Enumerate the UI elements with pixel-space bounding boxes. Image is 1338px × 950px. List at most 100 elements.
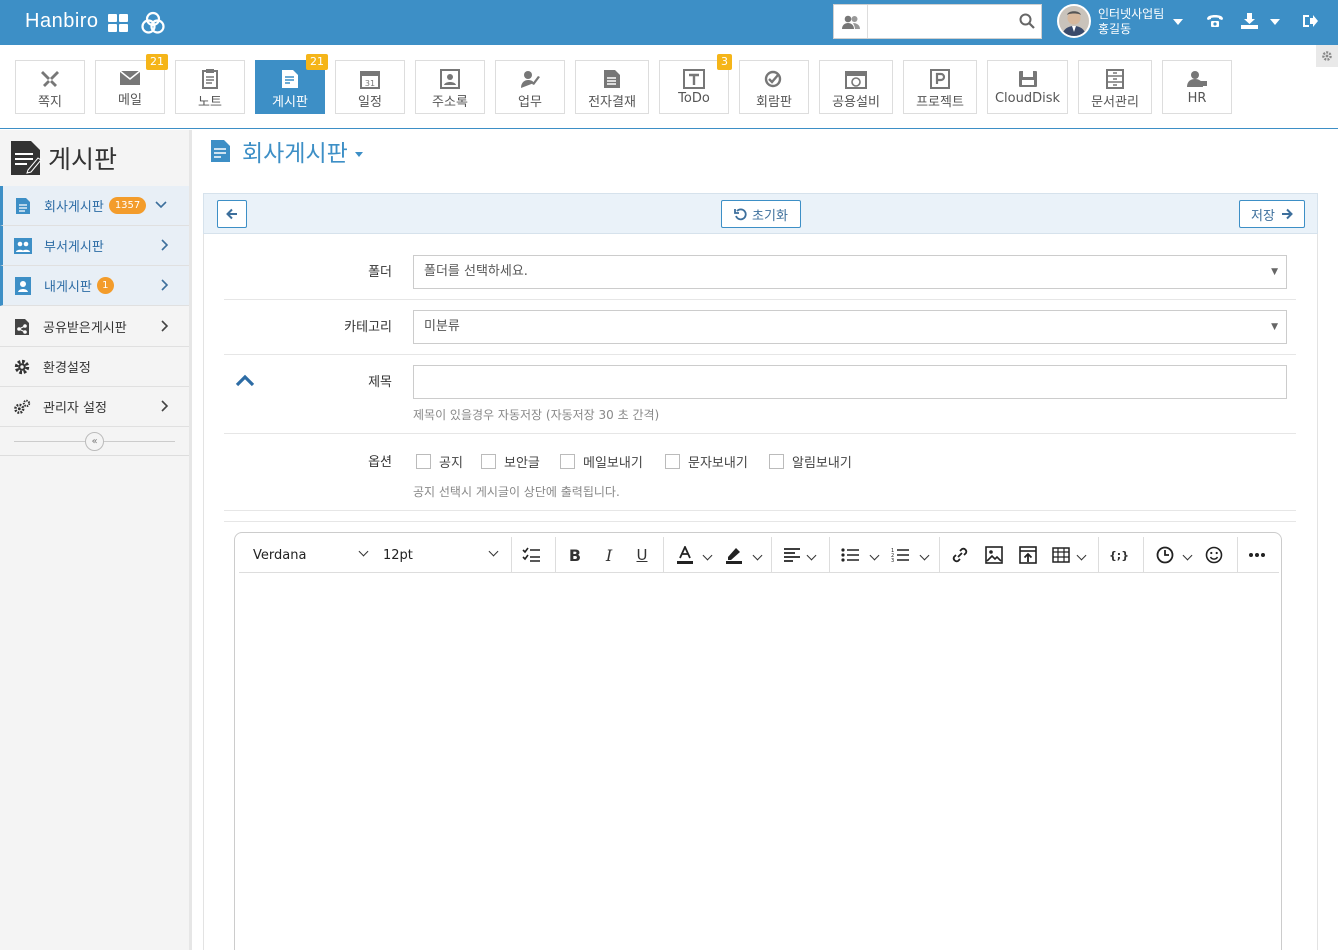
page-title[interactable]: 회사게시판 bbox=[210, 135, 363, 167]
option-send-alert-checkbox[interactable]: 알림보내기 bbox=[769, 452, 852, 471]
caret-down-icon[interactable] bbox=[1173, 19, 1183, 25]
sidebar-item-label: 환경설정 bbox=[43, 361, 91, 376]
checkbox[interactable] bbox=[481, 454, 496, 469]
more-icon[interactable] bbox=[1248, 546, 1266, 564]
option-notice-checkbox[interactable]: 공지 bbox=[416, 452, 463, 471]
app-badge: 21 bbox=[306, 54, 328, 70]
source-code-icon[interactable]: {;} bbox=[1109, 546, 1129, 564]
search-icon[interactable] bbox=[1019, 13, 1035, 33]
chevron-down-icon[interactable] bbox=[702, 550, 713, 561]
chevron-down-icon[interactable] bbox=[806, 550, 817, 561]
chevron-down-icon[interactable] bbox=[1182, 550, 1193, 561]
brand-name[interactable]: Hanbiro bbox=[25, 10, 99, 33]
emoji-icon[interactable] bbox=[1205, 546, 1223, 564]
app-label: 프로젝트 bbox=[916, 95, 964, 110]
unread-count-badge: 1 bbox=[96, 277, 114, 294]
sidebar-item-shared-board[interactable]: 공유받은게시판 bbox=[0, 307, 189, 347]
chevron-down-icon[interactable] bbox=[155, 201, 167, 209]
download-caret-icon[interactable] bbox=[1270, 19, 1280, 25]
app-docs[interactable]: 문서관리 bbox=[1078, 60, 1152, 114]
bold-icon[interactable]: B bbox=[566, 546, 584, 565]
download-icon[interactable] bbox=[1241, 13, 1258, 33]
checkbox[interactable] bbox=[665, 454, 680, 469]
sidebar-item-label: 부서게시판 bbox=[44, 240, 104, 255]
folder-select[interactable]: 폴더를 선택하세요. ▼ bbox=[413, 255, 1287, 289]
clock-icon[interactable] bbox=[1156, 546, 1174, 564]
italic-icon[interactable]: I bbox=[600, 546, 618, 565]
editor-content-area[interactable] bbox=[239, 575, 1277, 950]
subject-hint: 제목이 있을경우 자동저장 (자동저장 30 초 간격) bbox=[413, 408, 660, 422]
rich-text-editor[interactable]: Verdana 12pt B I U 123 {;} bbox=[234, 532, 1282, 950]
chevron-down-icon[interactable] bbox=[919, 550, 930, 561]
app-approval[interactable]: 전자결재 bbox=[575, 60, 649, 114]
app-circular[interactable]: 회람판 bbox=[739, 60, 809, 114]
subject-input[interactable] bbox=[413, 365, 1287, 399]
chevron-down-icon[interactable] bbox=[869, 550, 880, 561]
option-send-mail-checkbox[interactable]: 메일보내기 bbox=[560, 452, 643, 471]
link-icon[interactable] bbox=[951, 546, 969, 564]
table-icon[interactable] bbox=[1052, 546, 1070, 564]
reset-button[interactable]: 초기화 bbox=[721, 200, 801, 228]
font-size-select[interactable]: 12pt bbox=[383, 537, 501, 573]
sidebar-item-department-board[interactable]: 부서게시판 bbox=[0, 226, 189, 266]
checklist-icon[interactable] bbox=[522, 546, 540, 564]
app-board[interactable]: 게시판 21 bbox=[255, 54, 328, 114]
app-note[interactable]: 노트 bbox=[175, 60, 245, 114]
collapse-sidebar-icon[interactable]: « bbox=[85, 432, 104, 451]
app-clouddisk[interactable]: CloudDisk bbox=[987, 60, 1068, 114]
option-label: 알림보내기 bbox=[792, 456, 852, 471]
underline-icon[interactable]: U bbox=[633, 546, 651, 564]
grid-icon[interactable] bbox=[108, 14, 128, 32]
text-color-icon[interactable] bbox=[676, 546, 694, 564]
save-button[interactable]: 저장 bbox=[1239, 200, 1305, 228]
sidebar-item-my-board[interactable]: 내게시판 1 bbox=[0, 266, 189, 306]
app-mail[interactable]: 메일 21 bbox=[95, 54, 168, 114]
chevron-right-icon[interactable] bbox=[161, 400, 169, 412]
gear-icon[interactable] bbox=[1316, 45, 1338, 67]
chevron-right-icon[interactable] bbox=[161, 320, 169, 332]
app-label: 문서관리 bbox=[1091, 95, 1139, 110]
user-info[interactable]: 인터넷사업팀 홍길동 bbox=[1098, 7, 1164, 37]
option-send-sms-checkbox[interactable]: 문자보내기 bbox=[665, 452, 748, 471]
bullet-list-icon[interactable] bbox=[841, 546, 859, 564]
numbered-list-icon[interactable]: 123 bbox=[891, 546, 909, 564]
checkbox[interactable] bbox=[416, 454, 431, 469]
search-input[interactable] bbox=[869, 5, 1017, 38]
checkbox[interactable] bbox=[560, 454, 575, 469]
phone-icon[interactable] bbox=[1206, 13, 1224, 33]
chevron-up-icon[interactable] bbox=[235, 374, 255, 387]
option-label: 보안글 bbox=[504, 456, 540, 471]
caret-down-icon[interactable] bbox=[354, 151, 363, 157]
checkbox[interactable] bbox=[769, 454, 784, 469]
app-task[interactable]: 업무 bbox=[495, 60, 565, 114]
app-memo[interactable]: 쪽지 bbox=[15, 60, 85, 114]
people-icon[interactable] bbox=[834, 5, 868, 38]
upload-icon[interactable] bbox=[1019, 546, 1037, 564]
sidebar-item-company-board[interactable]: 회사게시판 1357 bbox=[0, 186, 189, 226]
dropdown-arrow-icon: ▼ bbox=[1271, 267, 1278, 277]
avatar[interactable] bbox=[1057, 4, 1091, 38]
chevron-right-icon[interactable] bbox=[161, 239, 169, 251]
sidebar-item-label: 회사게시판 bbox=[44, 200, 104, 215]
image-icon[interactable] bbox=[985, 546, 1003, 564]
sidebar-item-admin-settings[interactable]: 관리자 설정 bbox=[0, 387, 189, 427]
logout-icon[interactable] bbox=[1302, 13, 1318, 33]
hanbiro-logo-icon[interactable] bbox=[140, 10, 166, 36]
chevron-down-icon[interactable] bbox=[1076, 550, 1087, 561]
option-secure-checkbox[interactable]: 보안글 bbox=[481, 452, 540, 471]
highlight-icon[interactable] bbox=[725, 546, 743, 564]
back-button[interactable] bbox=[217, 200, 247, 228]
app-facility[interactable]: 공용설비 bbox=[819, 60, 893, 114]
app-calendar[interactable]: 31 일정 bbox=[335, 60, 405, 114]
category-select[interactable]: 미분류 ▼ bbox=[413, 310, 1287, 344]
font-family-select[interactable]: Verdana bbox=[253, 537, 371, 573]
calendar-icon: 31 bbox=[360, 71, 380, 89]
chevron-right-icon[interactable] bbox=[161, 279, 169, 291]
app-addressbook[interactable]: 주소록 bbox=[415, 60, 485, 114]
sidebar-item-settings[interactable]: 환경설정 bbox=[0, 347, 189, 387]
app-hr[interactable]: HR bbox=[1162, 60, 1232, 114]
app-todo[interactable]: ToDo 3 bbox=[659, 54, 732, 114]
chevron-down-icon[interactable] bbox=[752, 550, 763, 561]
align-left-icon[interactable] bbox=[783, 546, 801, 564]
app-project[interactable]: 프로젝트 bbox=[903, 60, 977, 114]
